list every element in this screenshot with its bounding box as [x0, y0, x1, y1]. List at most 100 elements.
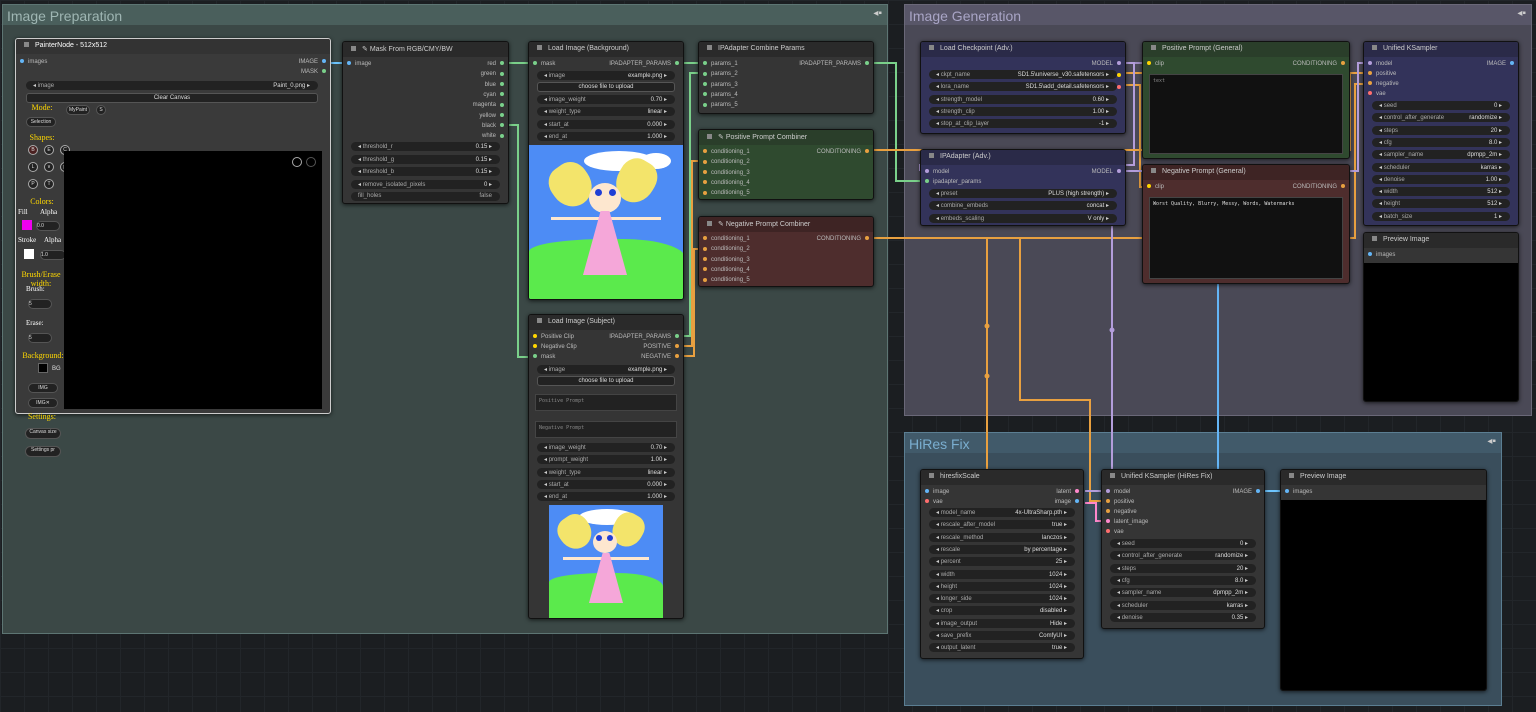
ipadapter-combine-params-node[interactable]: IPAdapter Combine Params IPADAPTER_PARAM… — [698, 41, 874, 114]
widget-rescale-after-model[interactable]: rescale_after_model true — [929, 520, 1075, 530]
input-negative[interactable]: negative — [1368, 81, 1399, 87]
stroke-alpha-input[interactable]: 1.0 — [40, 250, 66, 260]
widget-control-after-generate[interactable]: control_after_generate randomize — [1372, 113, 1510, 123]
input-image[interactable]: image — [347, 61, 371, 67]
input-negative-clip[interactable]: Negative Clip — [533, 344, 577, 350]
widget-scheduler[interactable]: scheduler karras — [1110, 600, 1256, 610]
widget-lora-name[interactable]: lora_name SD1.5\add_detail.safetensors — [929, 82, 1117, 92]
pin-icon[interactable]: ◂▪ — [1487, 436, 1496, 447]
preview-image-node[interactable]: Preview Image images — [1363, 232, 1519, 402]
output-ipadapter-params[interactable]: IPADAPTER_PARAMS — [609, 61, 679, 67]
widget-rescale-method[interactable]: rescale_method lanczos — [929, 532, 1075, 542]
output-green[interactable]: green — [481, 71, 504, 77]
widget-height[interactable]: height 1024 — [929, 581, 1075, 591]
erase-width-input[interactable]: 5 — [28, 333, 52, 343]
input-conditioning-1[interactable]: conditioning_1 — [703, 149, 750, 155]
mask-from-rgb-node[interactable]: ✎ Mask From RGB/CMY/BW image fill_holes f… — [342, 41, 509, 204]
widget-stop-at-clip-layer[interactable]: stop_at_clip_layer -1 — [929, 119, 1117, 129]
widget-weight-type[interactable]: weight_type linear — [537, 107, 675, 117]
input-conditioning-4[interactable]: conditioning_4 — [703, 180, 750, 186]
output-conditioning[interactable]: CONDITIONING — [817, 236, 869, 242]
workflow-canvas[interactable]: Image Preparation ◂▪ Image Generation ◂▪… — [0, 0, 1536, 712]
input-conditioning-5[interactable]: conditioning_5 — [703, 190, 750, 196]
input-model[interactable]: model — [1106, 489, 1130, 495]
node-header[interactable]: Preview Image — [1364, 233, 1518, 248]
output-image[interactable]: image — [1055, 499, 1079, 505]
widget-cfg[interactable]: cfg 8.0 — [1372, 137, 1510, 147]
image-load-button[interactable]: IMG — [28, 383, 58, 393]
image-select[interactable]: image example.png — [537, 71, 675, 80]
node-header[interactable]: ✎ Positive Prompt Combiner — [699, 130, 873, 145]
widget-denoise[interactable]: denoise 1.00 — [1372, 174, 1510, 184]
widget-ckpt-name[interactable]: ckpt_name SD1.5\universe_v30.safetensors — [929, 70, 1117, 79]
unified-ksampler-node[interactable]: Unified KSampler model positive negative… — [1363, 41, 1519, 226]
output-positive[interactable]: POSITIVE — [643, 344, 679, 350]
widget-combine-embeds[interactable]: combine_embeds concat — [929, 201, 1117, 211]
widget-end-at[interactable]: end_at 1.000 — [537, 492, 675, 502]
image-select[interactable]: image example.png — [537, 365, 675, 374]
widget-sampler-name[interactable]: sampler_name dpmpp_2m — [1372, 150, 1510, 160]
widget-weight-type[interactable]: weight_type linear — [537, 467, 675, 477]
output-white[interactable]: white — [482, 133, 504, 139]
fill-color-swatch[interactable] — [22, 220, 32, 230]
node-header[interactable]: Load Image (Background) — [529, 42, 683, 57]
widget-embeds-scaling[interactable]: embeds_scaling V only — [929, 213, 1117, 223]
shape-tool-3-icon[interactable]: L — [28, 162, 38, 172]
node-header[interactable]: Positive Prompt (General) — [1143, 42, 1349, 57]
node-header[interactable]: Load Checkpoint (Adv.) — [921, 42, 1125, 57]
unified-ksampler-hires-node[interactable]: Unified KSampler (HiRes Fix) model posit… — [1101, 469, 1265, 629]
widget-output-latent[interactable]: output_latent true — [929, 643, 1075, 653]
widget-steps[interactable]: steps 20 — [1372, 125, 1510, 135]
negative-text-input[interactable]: Worst Quality, Blurry, Messy, Words, Wat… — [1149, 197, 1343, 279]
input-mask[interactable]: mask — [533, 61, 555, 67]
input-conditioning-3[interactable]: conditioning_3 — [703, 170, 750, 176]
image-select[interactable]: image Paint_0.png — [26, 81, 318, 90]
output-cyan[interactable]: cyan — [483, 92, 504, 98]
widget-cfg[interactable]: cfg 8.0 — [1110, 575, 1256, 585]
widget-width[interactable]: width 512 — [1372, 187, 1510, 197]
widget-start-at[interactable]: start_at 0.000 — [537, 119, 675, 129]
widget-preset[interactable]: preset PLUS (high strength) — [929, 189, 1117, 198]
output-ipadapter-params[interactable]: IPADAPTER_PARAMS — [609, 334, 679, 340]
node-header[interactable]: Unified KSampler — [1364, 42, 1518, 57]
input-positive[interactable]: positive — [1368, 71, 1396, 77]
load-image-subject-node[interactable]: Load Image (Subject) Positive Clip Negat… — [528, 314, 684, 619]
fill-alpha-input[interactable]: 0.0 — [36, 221, 60, 231]
output-image[interactable]: IMAGE — [299, 59, 326, 65]
widget-remove-isolated-pixels[interactable]: remove_isolated_pixels 0 — [351, 179, 500, 189]
negative-prompt-textarea[interactable]: Negative Prompt — [535, 421, 677, 438]
input-conditioning-3[interactable]: conditioning_3 — [703, 257, 750, 263]
selection-button[interactable]: Selection — [26, 117, 56, 127]
input-positive[interactable]: positive — [1106, 499, 1134, 505]
pin-icon[interactable]: ◂▪ — [873, 8, 882, 19]
positive-text-input[interactable]: text — [1149, 74, 1343, 154]
input-model[interactable]: model — [925, 169, 949, 175]
widget-save-prefix[interactable]: save_prefix ComfyUI — [929, 631, 1075, 640]
load-image-background-node[interactable]: Load Image (Background) mask IPADAPTER_P… — [528, 41, 684, 300]
widget-threshold-b[interactable]: threshold_b 0.15 — [351, 167, 500, 176]
output-image[interactable]: IMAGE — [1233, 489, 1260, 495]
widget-percent[interactable]: percent 25 — [929, 557, 1075, 567]
widget-crop[interactable]: crop disabled — [929, 606, 1075, 616]
widget-longer-side[interactable]: longer_side 1024 — [929, 594, 1075, 604]
clear-canvas-button[interactable]: Clear Canvas — [26, 93, 318, 103]
negative-prompt-general-node[interactable]: Negative Prompt (General) clip CONDITION… — [1142, 164, 1350, 284]
canvas-size-button[interactable]: Canvas size — [25, 428, 61, 439]
node-header[interactable]: Preview Image — [1281, 470, 1486, 485]
output-black[interactable]: black — [482, 123, 504, 129]
widget-model-name[interactable]: model_name 4x-UltraSharp.pth — [929, 508, 1075, 517]
output-negative[interactable]: NEGATIVE — [641, 354, 679, 360]
input-images[interactable]: images — [1368, 252, 1395, 258]
node-header[interactable]: Negative Prompt (General) — [1143, 165, 1349, 180]
node-header[interactable]: ✎ Mask From RGB/CMY/BW — [343, 42, 508, 57]
painter-node[interactable]: PainterNode - 512x512 images IMAGE MASK … — [15, 38, 331, 414]
input-ipadapter-params[interactable]: ipadapter_params — [925, 179, 981, 185]
widget-control-after-generate[interactable]: control_after_generate randomize — [1110, 551, 1256, 561]
node-header[interactable]: ✎ Negative Prompt Combiner — [699, 217, 873, 232]
negative-prompt-combiner-node[interactable]: ✎ Negative Prompt Combiner CONDITIONING … — [698, 216, 874, 287]
input-params-4[interactable]: params_4 — [703, 92, 738, 98]
stroke-color-swatch[interactable] — [24, 249, 34, 259]
widget-steps[interactable]: steps 20 — [1110, 563, 1256, 573]
output-latent[interactable]: latent — [1056, 489, 1079, 495]
widget-image-output[interactable]: image_output Hide — [929, 618, 1075, 628]
